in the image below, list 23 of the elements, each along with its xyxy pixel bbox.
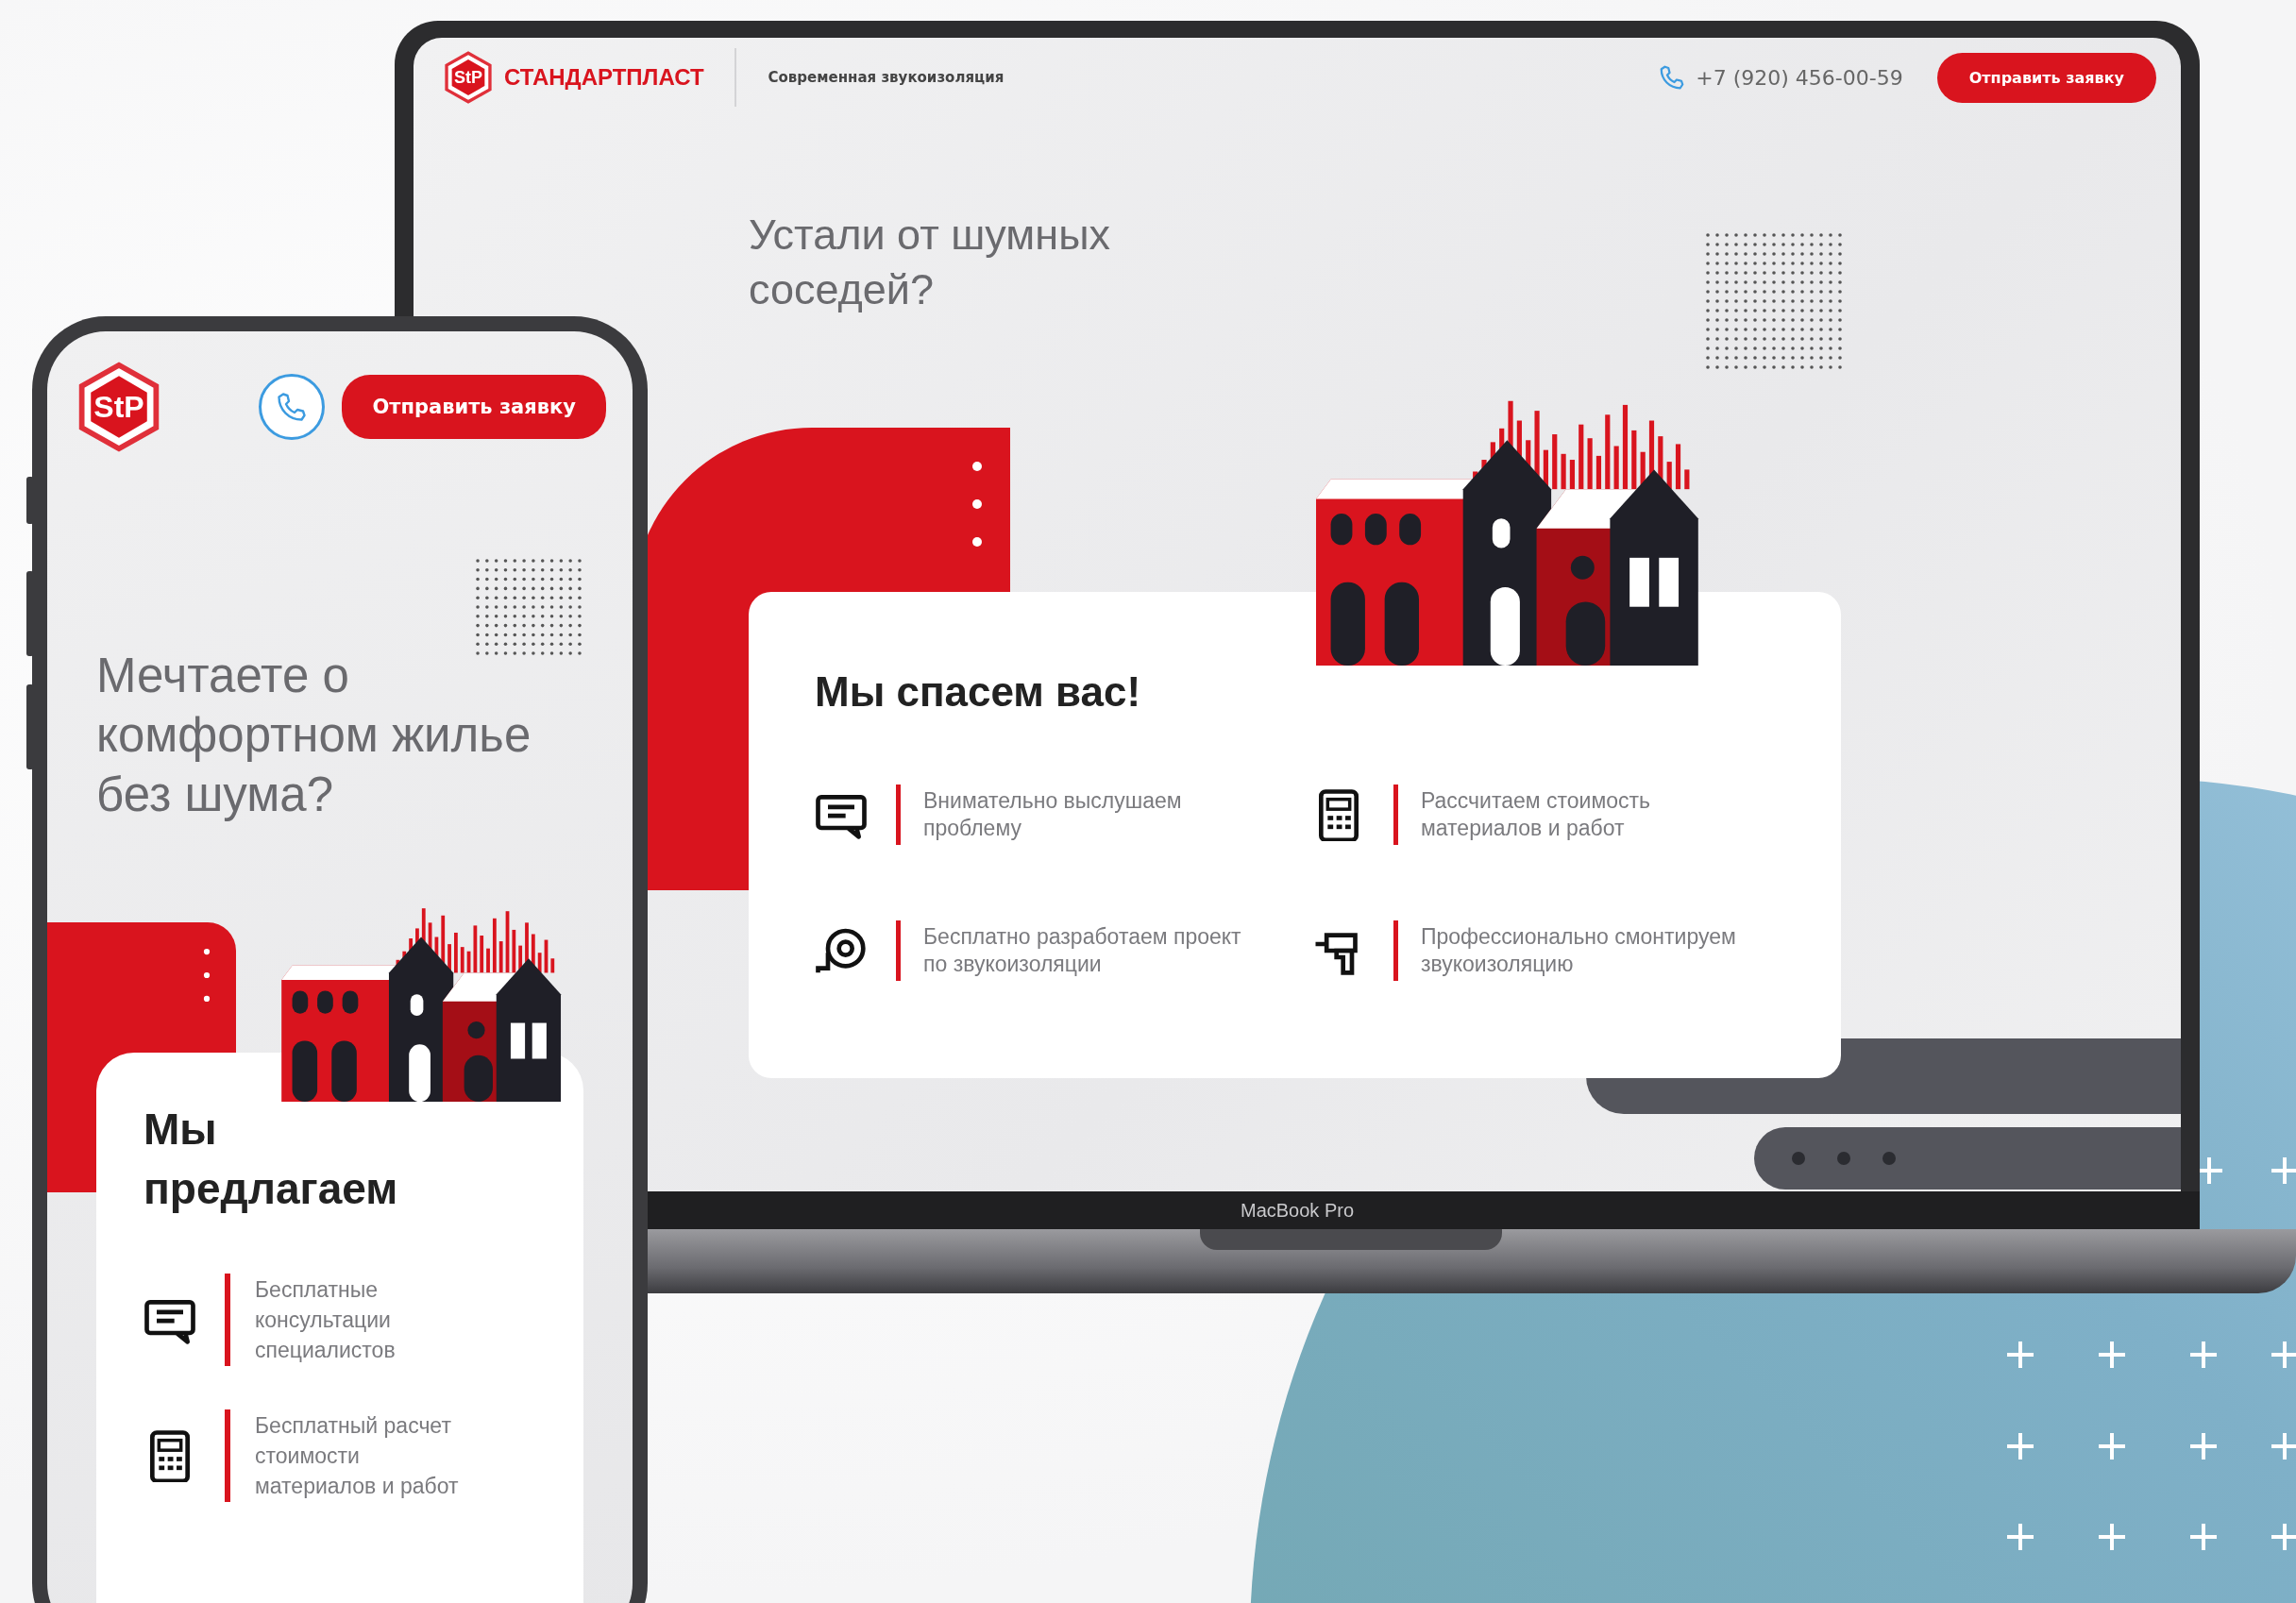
request-button[interactable]: Отправить заявку — [1936, 52, 2156, 103]
hexagon-logo-icon — [442, 51, 495, 104]
phone-link[interactable]: +7 (920) 456-00-59 — [1696, 65, 1903, 90]
feature-text: Внимательно выслушаем проблему — [923, 787, 1182, 842]
logo-text: StP — [454, 67, 482, 88]
dots-icon — [1792, 1152, 1896, 1165]
feature-text: Рассчитаем стоимость материалов и работ — [1421, 787, 1651, 842]
hero-heading: Мечтаете о комфортном жилье без шума? — [96, 648, 532, 823]
hero-heading: Устали от шумных соседей? — [749, 210, 1110, 315]
vertical-dots-icon — [971, 462, 984, 547]
laptop-label: MacBook Pro — [1240, 1199, 1355, 1222]
vertical-dots-icon — [202, 949, 211, 1002]
card-title: Мы предлагаем — [144, 1104, 399, 1215]
feature-text: Бесплатные консультации специалистов — [255, 1276, 396, 1364]
feature-text: Бесплатный расчет стоимости материалов и работ — [255, 1412, 459, 1500]
logo-text: StP — [93, 389, 144, 425]
tagline: Современная звукоизоляция — [768, 69, 1004, 86]
card-title: Мы спасем вас! — [815, 667, 1142, 717]
feature-text: Бесплатно разработаем проект по звукоизоляции — [923, 923, 1241, 978]
request-button[interactable]: Отправить заявку — [342, 375, 606, 439]
brand-name: СТАНДАРТПЛАСТ — [504, 64, 704, 91]
feature-text: Профессионально смонтируем звукоизоляцию — [1421, 923, 1736, 978]
slider-dots[interactable] — [1754, 1127, 2181, 1190]
